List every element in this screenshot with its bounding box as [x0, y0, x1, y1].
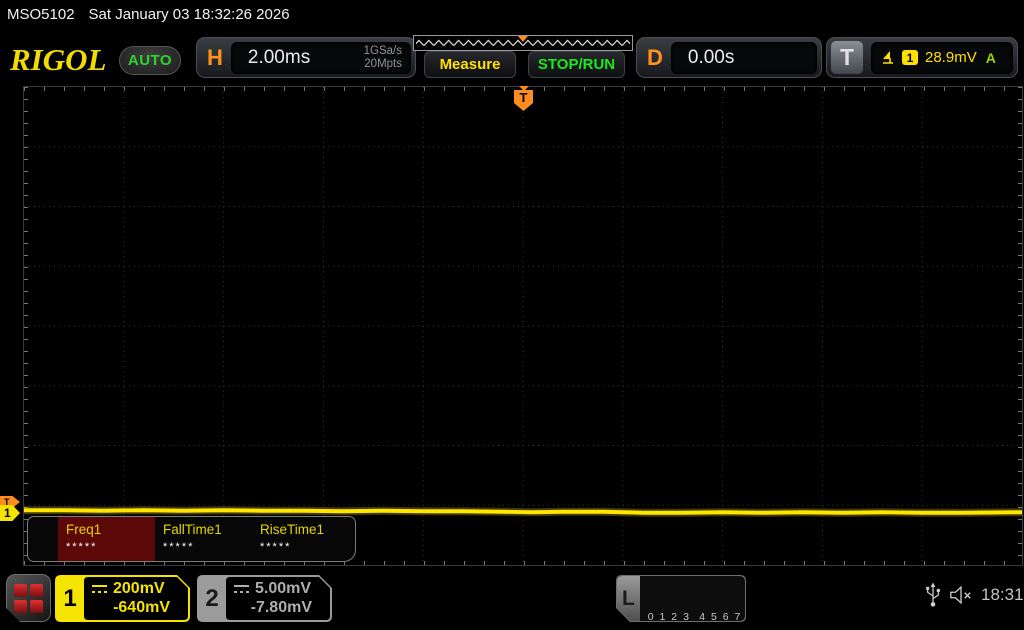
dc-coupling-icon [92, 585, 107, 593]
timebase-value: 2.00ms [247, 46, 311, 68]
logic-label: L [617, 576, 640, 621]
trigger-label: T [831, 41, 863, 74]
channel1-scale: 200mV [113, 580, 165, 597]
trigger-source-badge: 1 [902, 50, 918, 65]
overview-trigger-position-icon[interactable] [518, 36, 528, 42]
datetime-text: Sat January 03 18:32:26 2026 [88, 6, 290, 23]
memory-depth-value: 20Mpts [364, 57, 402, 70]
measurement-item-freq1[interactable]: Freq1 ***** [58, 517, 155, 561]
rising-edge-icon [883, 50, 893, 64]
measurement-label: RiseTime1 [260, 522, 325, 537]
logic-channels-button[interactable]: L 0 1 2 3 4 5 6 7 8 9 10 11 12 13 14 15 [616, 575, 746, 622]
channel1-button[interactable]: 1 200mV -640mV [55, 575, 190, 622]
graticule [23, 86, 1023, 566]
channel2-panel: 5.00mV -7.80mV [226, 577, 330, 620]
measurement-item-risetime1[interactable]: RiseTime1 ***** [252, 517, 349, 561]
delay-recess: 0.00s [670, 41, 817, 74]
horizontal-recess: 2.00ms 1GSa/s 20Mpts [230, 41, 411, 74]
model-text: MSO5102 [7, 6, 75, 23]
channel2-offset: -7.80mV [250, 599, 312, 616]
status-icon-tray: 18:31 [925, 581, 1024, 609]
stop-run-button[interactable]: STOP/RUN [528, 51, 625, 78]
delay-value: 0.00s [687, 46, 735, 68]
trigger-settings-block[interactable]: T 1 28.9mV A [826, 37, 1018, 78]
clock-text: 18:31 [981, 585, 1024, 604]
channel1-panel: 200mV -640mV [84, 577, 188, 620]
grid-menu-icon [14, 584, 43, 613]
logic-inner: L 0 1 2 3 4 5 6 7 8 9 10 11 12 13 14 15 [617, 576, 745, 621]
horizontal-settings-block[interactable]: H 2.00ms 1GSa/s 20Mpts [196, 37, 416, 78]
trigger-recess: 1 28.9mV A [871, 41, 1013, 74]
measurement-value: ***** [66, 541, 98, 553]
measurement-label: FallTime1 [163, 522, 222, 537]
dc-coupling-icon [234, 585, 249, 593]
measurement-item-falltime1[interactable]: FallTime1 ***** [155, 517, 252, 561]
channel1-trace [24, 506, 1022, 517]
channel1-number: 1 [63, 584, 77, 612]
rigol-logo: RIGOL [10, 42, 107, 77]
speaker-muted-icon[interactable] [949, 585, 973, 605]
channel2-number: 2 [205, 584, 219, 612]
logic-channel-list: 0 1 2 3 4 5 6 7 8 9 10 11 12 13 14 15 [640, 576, 745, 621]
measurement-bar: Freq1 ***** FallTime1 ***** RiseTime1 **… [27, 516, 356, 562]
delay-label: D [647, 44, 663, 70]
measurement-value: ***** [260, 541, 292, 553]
oscilloscope-screen: MSO5102 Sat January 03 18:32:26 2026 RIG… [0, 0, 1024, 630]
channel1-offset: -640mV [113, 599, 170, 616]
usb-icon [926, 582, 941, 607]
sample-rate-value: 1GSa/s [363, 45, 402, 57]
acquisition-info: 1GSa/s 20Mpts [364, 45, 402, 70]
measurement-label: Freq1 [66, 522, 102, 537]
channel1-offset-marker[interactable]: 1 [0, 505, 20, 521]
delay-settings-block[interactable]: D 0.00s [636, 37, 822, 78]
grid-menu-button[interactable] [6, 574, 51, 622]
auto-trigger-status-button[interactable]: AUTO [119, 46, 181, 75]
channel2-button[interactable]: 2 5.00mV -7.80mV [197, 575, 332, 622]
measure-button[interactable]: Measure [424, 51, 516, 78]
measurement-value: ***** [163, 541, 195, 553]
trigger-sweep-mode: A [985, 49, 996, 66]
horizontal-label: H [207, 44, 223, 70]
top-info-bar: MSO5102 Sat January 03 18:32:26 2026 [7, 6, 290, 23]
waveform-overview-strip[interactable] [413, 35, 633, 51]
channel2-scale: 5.00mV [255, 580, 312, 597]
trigger-level-value: 28.9mV [925, 49, 977, 66]
logic-row1: 0 1 2 3 4 5 6 7 [647, 611, 742, 623]
